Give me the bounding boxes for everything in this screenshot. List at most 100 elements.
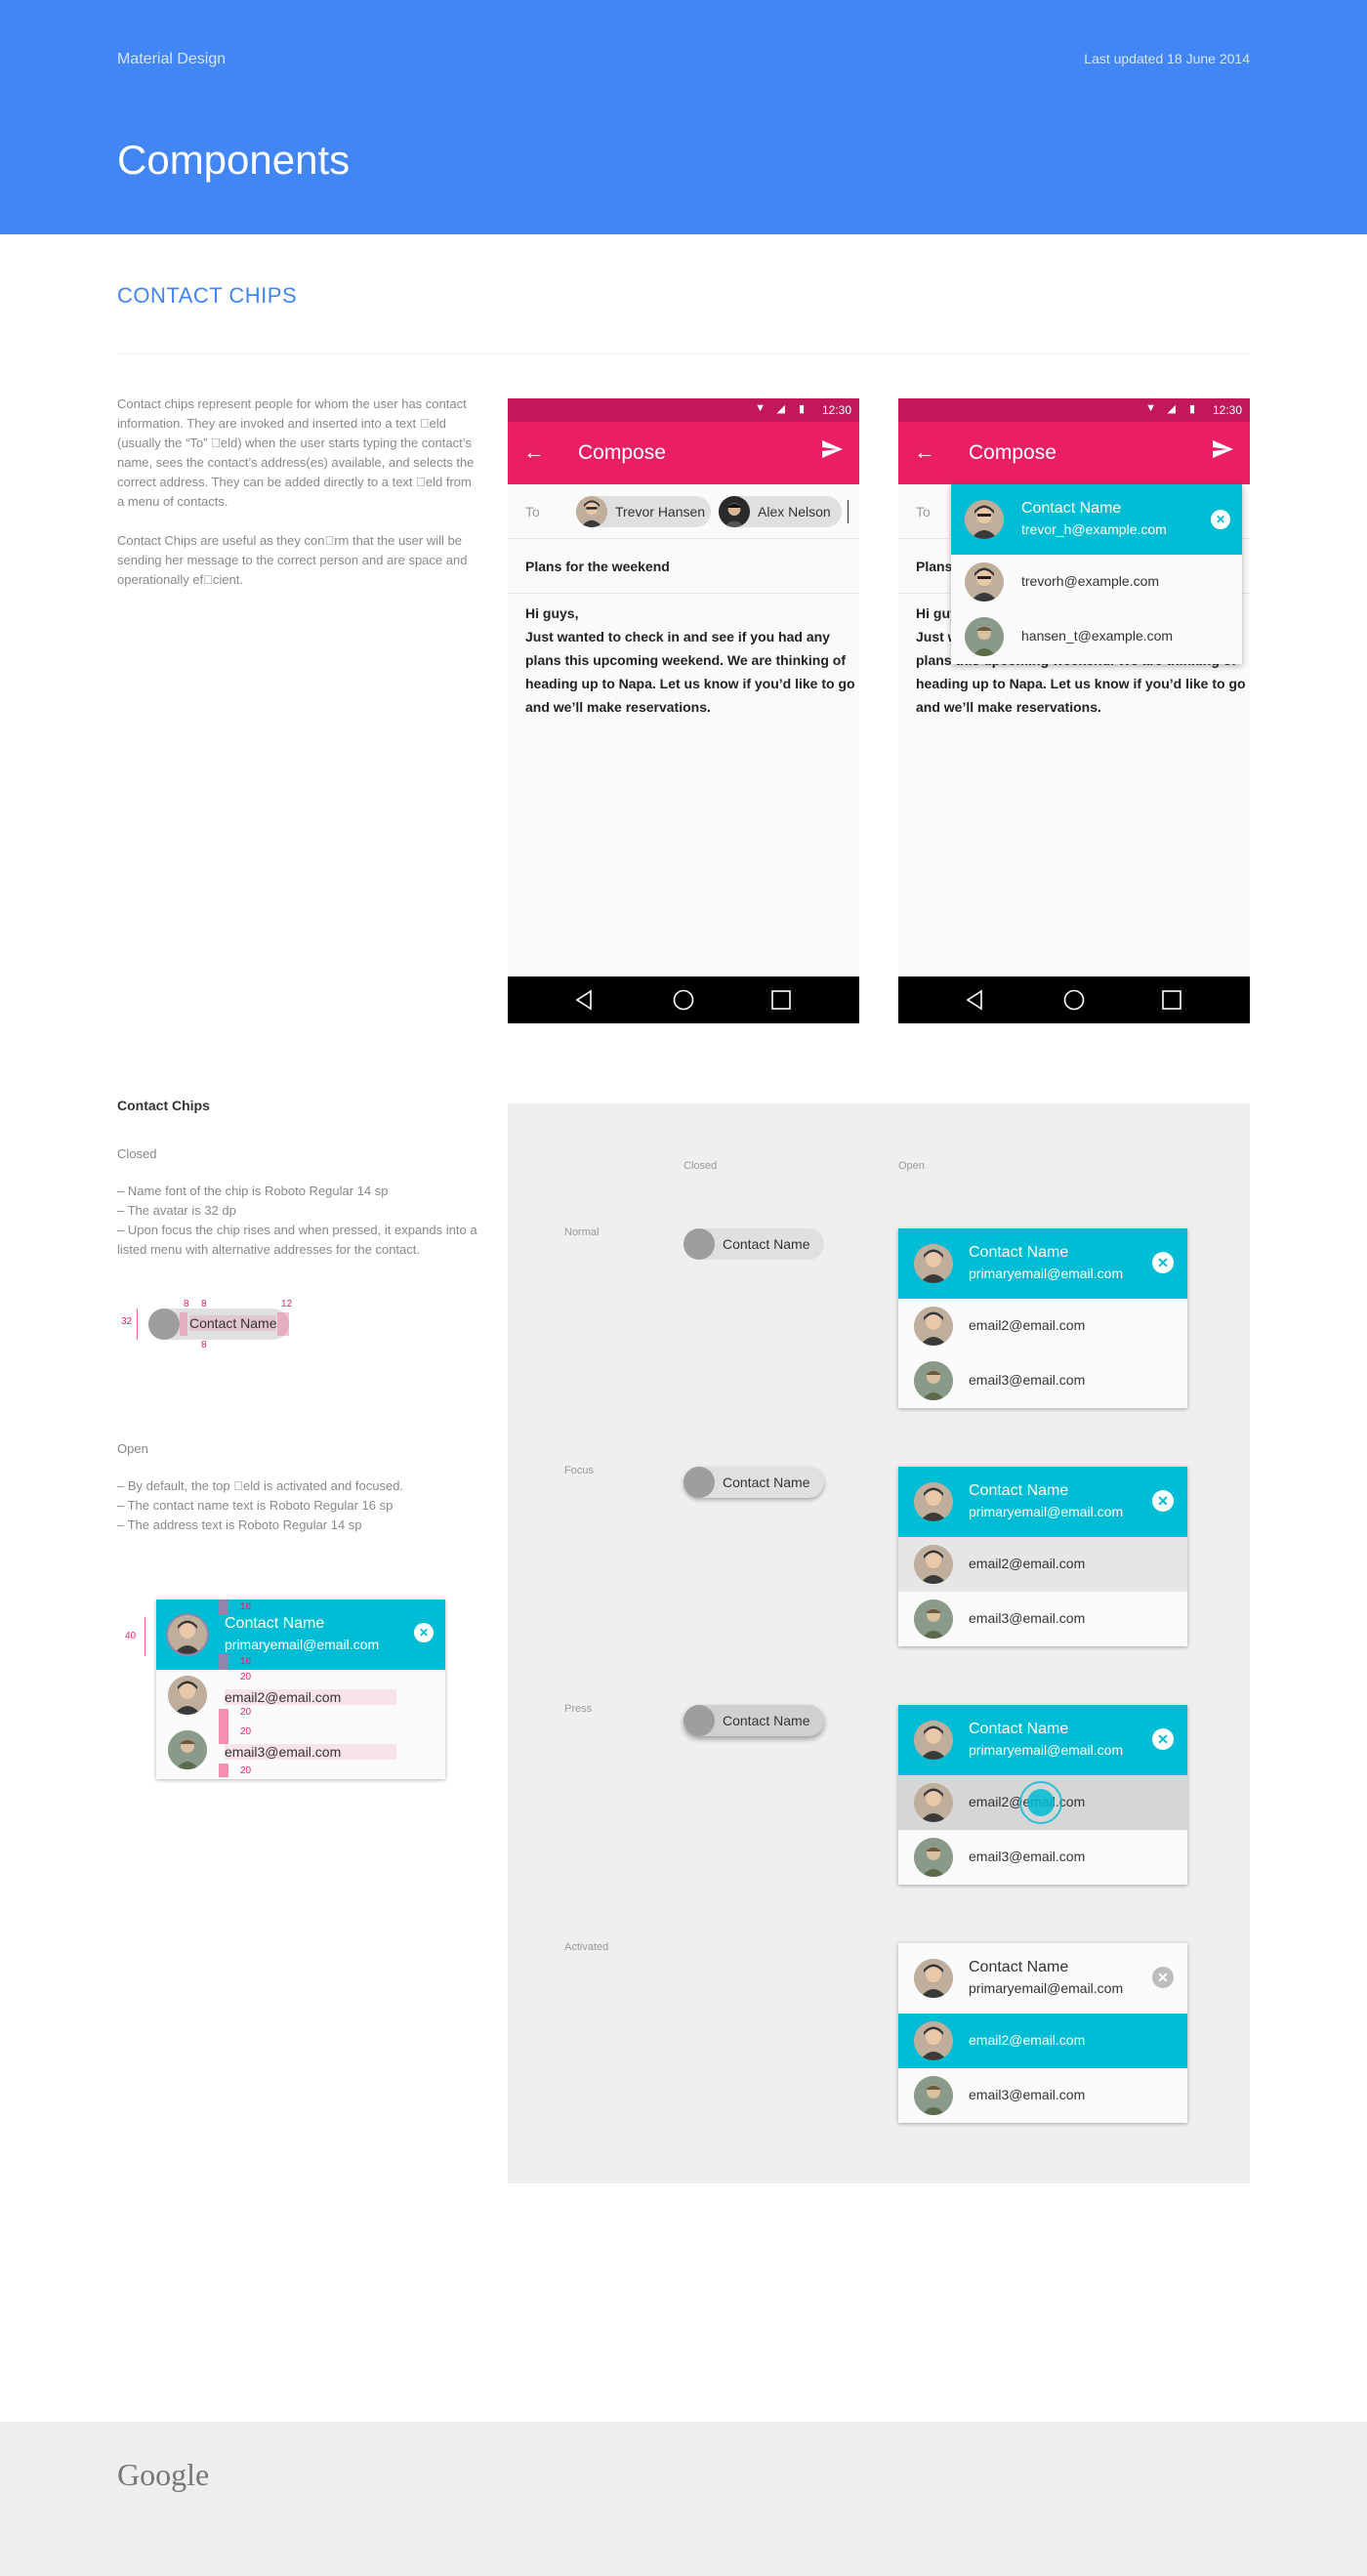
status-bar: ▼ ◢ ▮ 12:30 [898, 398, 1250, 422]
card-name: Contact Name [969, 1244, 1069, 1261]
avatar [719, 496, 750, 527]
bullet: – The avatar is 32 dp [117, 1203, 236, 1218]
redline-mark [219, 1709, 228, 1744]
redline-card-row: email3@email.com [225, 1744, 396, 1760]
redline-label-20: 20 [240, 1766, 252, 1776]
dropdown-contact-name: Contact Name [1021, 500, 1122, 517]
page-header: Material Design Last updated 18 June 201… [0, 0, 1367, 234]
close-icon[interactable]: ✕ [1152, 1728, 1174, 1750]
chip-label: Contact Name [723, 1475, 810, 1490]
redline-label-40: 40 [125, 1631, 137, 1641]
avatar [914, 1959, 953, 1998]
chip-avatar [684, 1228, 715, 1260]
redline-mark [180, 1312, 187, 1336]
card-email: primaryemail@email.com [969, 1980, 1124, 1996]
avatar [914, 1600, 953, 1639]
card-row[interactable]: email2@email.com [898, 1299, 1187, 1353]
redline-mark [219, 1600, 228, 1615]
state-label-normal: Normal [564, 1226, 600, 1238]
avatar [168, 1730, 207, 1769]
brand-link[interactable]: Material Design [117, 51, 226, 68]
chip-focus[interactable]: Contact Name [684, 1467, 824, 1498]
redline-card-row: email2@email.com [225, 1689, 396, 1705]
card-row-activated[interactable]: email2@email.com [898, 2014, 1187, 2068]
card-normal: Contact Name primaryemail@email.com ✕ em… [898, 1228, 1187, 1408]
card-row[interactable]: email3@email.com [898, 1830, 1187, 1885]
row-email: email3@email.com [969, 1372, 1086, 1388]
close-icon[interactable]: ✕ [1211, 510, 1230, 529]
dropdown-row[interactable]: hansen_t@example.com [951, 609, 1242, 664]
contact-chip-trevor[interactable]: Trevor Hansen [576, 496, 711, 527]
dropdown-selected-contact[interactable]: Contact Name trevor_h@example.com ✕ [951, 484, 1242, 555]
card-email: primaryemail@email.com [969, 1504, 1124, 1519]
nav-home-icon[interactable] [672, 988, 695, 1012]
close-icon[interactable]: ✕ [1152, 1490, 1174, 1512]
avatar [168, 1676, 207, 1715]
avatar [914, 1361, 953, 1400]
nav-back-icon[interactable] [572, 988, 596, 1012]
nav-bar [508, 976, 859, 1023]
back-arrow-icon[interactable]: ← [914, 439, 935, 465]
to-field[interactable]: To Trevor Hansen Alex Nelson [508, 484, 859, 539]
status-bar: ▼ ◢ ▮ 12:30 [508, 398, 859, 422]
redline-label-20: 20 [240, 1726, 252, 1737]
send-icon[interactable] [820, 437, 844, 461]
contact-chip-alex[interactable]: Alex Nelson [719, 496, 842, 527]
send-icon[interactable] [1211, 437, 1234, 461]
google-logo[interactable]: Google [117, 2457, 209, 2493]
close-icon[interactable]: ✕ [1152, 1967, 1174, 1988]
redline-mark [219, 1764, 228, 1777]
nav-bar [898, 976, 1250, 1023]
states-panel: Closed Open Normal Contact Name Contact … [508, 1103, 1250, 2183]
card-row[interactable]: email3@email.com [898, 1353, 1187, 1408]
subject-text: Plans [916, 559, 953, 574]
card-head[interactable]: Contact Name primaryemail@email.com ✕ [898, 1943, 1187, 2014]
state-label-focus: Focus [564, 1465, 594, 1476]
card-press: Contact Name primaryemail@email.com ✕ em… [898, 1705, 1187, 1885]
redline-card-name: Contact Name [225, 1615, 325, 1632]
spec-open-label: Open [117, 1441, 148, 1456]
dropdown-row[interactable]: trevorh@example.com [951, 555, 1242, 609]
card-row[interactable]: email2@email.com [898, 1537, 1187, 1592]
avatar [166, 1613, 209, 1656]
back-arrow-icon[interactable]: ← [523, 439, 545, 465]
spec-closed-bullets: – Name font of the chip is Roboto Regula… [117, 1182, 480, 1260]
column-open: Open [898, 1160, 925, 1172]
touch-point [1027, 1789, 1055, 1816]
divider [117, 353, 1250, 354]
nav-home-icon[interactable] [1062, 988, 1086, 1012]
card-head[interactable]: Contact Name primaryemail@email.com ✕ [898, 1228, 1187, 1299]
dropdown-email: trevorh@example.com [1021, 573, 1160, 589]
body-text: Just wanted to check in and see if you h… [525, 629, 855, 715]
chip-press[interactable]: Contact Name [684, 1705, 824, 1736]
body-greeting: Hi guys, [525, 605, 579, 621]
redline-mark [137, 1309, 138, 1340]
nav-recents-icon[interactable] [1160, 988, 1183, 1012]
state-label-activated: Activated [564, 1941, 609, 1953]
avatar [965, 617, 1004, 656]
card-row[interactable]: email3@email.com [898, 2068, 1187, 2123]
card-head[interactable]: Contact Name primaryemail@email.com ✕ [898, 1467, 1187, 1537]
nav-recents-icon[interactable] [769, 988, 793, 1012]
status-time: 12:30 [1212, 403, 1242, 417]
card-head[interactable]: Contact Name primaryemail@email.com ✕ [898, 1705, 1187, 1775]
redline-label-20: 20 [240, 1672, 252, 1683]
redline-label-32: 32 [121, 1316, 133, 1327]
subject-field[interactable]: Plans for the weekend [508, 539, 859, 594]
section-title: CONTACT CHIPS [117, 283, 298, 308]
dropdown-email: hansen_t@example.com [1021, 628, 1174, 644]
row-email: email2@email.com [969, 1317, 1086, 1333]
card-row[interactable]: email2@email.com [898, 1775, 1187, 1830]
card-focus: Contact Name primaryemail@email.com ✕ em… [898, 1467, 1187, 1646]
redline-mark [277, 1312, 289, 1336]
row-email: email3@email.com [969, 1849, 1086, 1864]
nav-back-icon[interactable] [963, 988, 986, 1012]
chip-normal[interactable]: Contact Name [684, 1228, 824, 1260]
battery-icon: ▮ [1188, 403, 1195, 415]
message-body[interactable]: Hi guys, Just wanted to check in and see… [525, 602, 857, 719]
phone-compose: ▼ ◢ ▮ 12:30 ← Compose To Trevor Hansen A… [508, 398, 859, 1023]
dropdown-contact-email: trevor_h@example.com [1021, 521, 1167, 537]
card-email: primaryemail@email.com [969, 1742, 1124, 1758]
close-icon[interactable]: ✕ [1152, 1252, 1174, 1273]
card-row[interactable]: email3@email.com [898, 1592, 1187, 1646]
